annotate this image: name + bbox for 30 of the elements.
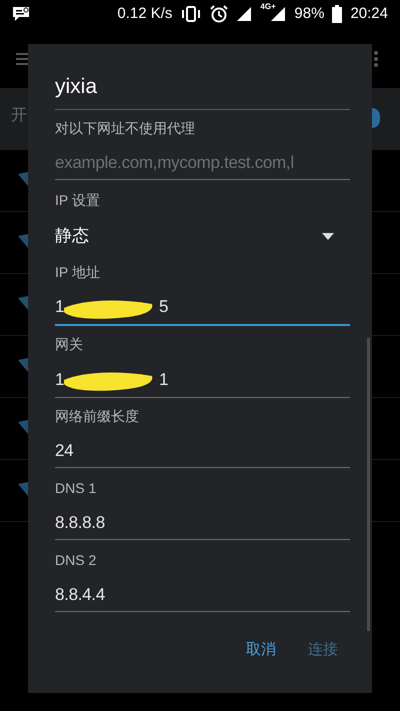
field-label: DNS 1	[55, 478, 98, 498]
dropdown[interactable]: 静态	[55, 218, 350, 254]
toggle-thumb[interactable]	[372, 108, 380, 128]
network-type-label: 4G+	[260, 3, 276, 11]
field-label: DNS 2	[55, 550, 98, 570]
alarm-icon	[210, 5, 228, 23]
network-name-field[interactable]: yixia	[55, 76, 98, 97]
network-speed: 0.12 K/s	[117, 4, 172, 24]
input-field[interactable]: 8.8.8.8	[55, 506, 350, 540]
dialog-button[interactable]: 取消	[242, 633, 280, 668]
dialog-button: 连接	[304, 633, 342, 668]
clock: 20:24	[350, 4, 388, 24]
field-label: 网络前缀长度	[55, 406, 140, 426]
vibrate-icon	[180, 6, 202, 22]
more-icon	[373, 50, 379, 68]
input-field[interactable]: 24	[55, 434, 350, 468]
input-field[interactable]: example.com,mycomp.test.com,l	[55, 146, 350, 180]
input-field[interactable]: 1 5	[55, 290, 350, 326]
field-label: 对以下网址不使用代理	[55, 118, 196, 138]
battery-percent: 98%	[294, 4, 324, 24]
field-label: 网关	[55, 334, 84, 354]
dropdown-arrow-icon	[322, 232, 334, 240]
field-label: IP 地址	[55, 262, 101, 282]
switch-label: 开	[11, 108, 27, 124]
signal-icon	[236, 6, 252, 22]
input-field[interactable]: 1 1	[55, 362, 350, 398]
field-label: IP 设置	[55, 190, 101, 210]
battery-icon	[332, 5, 342, 23]
input-field[interactable]: 8.8.4.4	[55, 578, 350, 612]
notification-icon	[12, 6, 30, 22]
